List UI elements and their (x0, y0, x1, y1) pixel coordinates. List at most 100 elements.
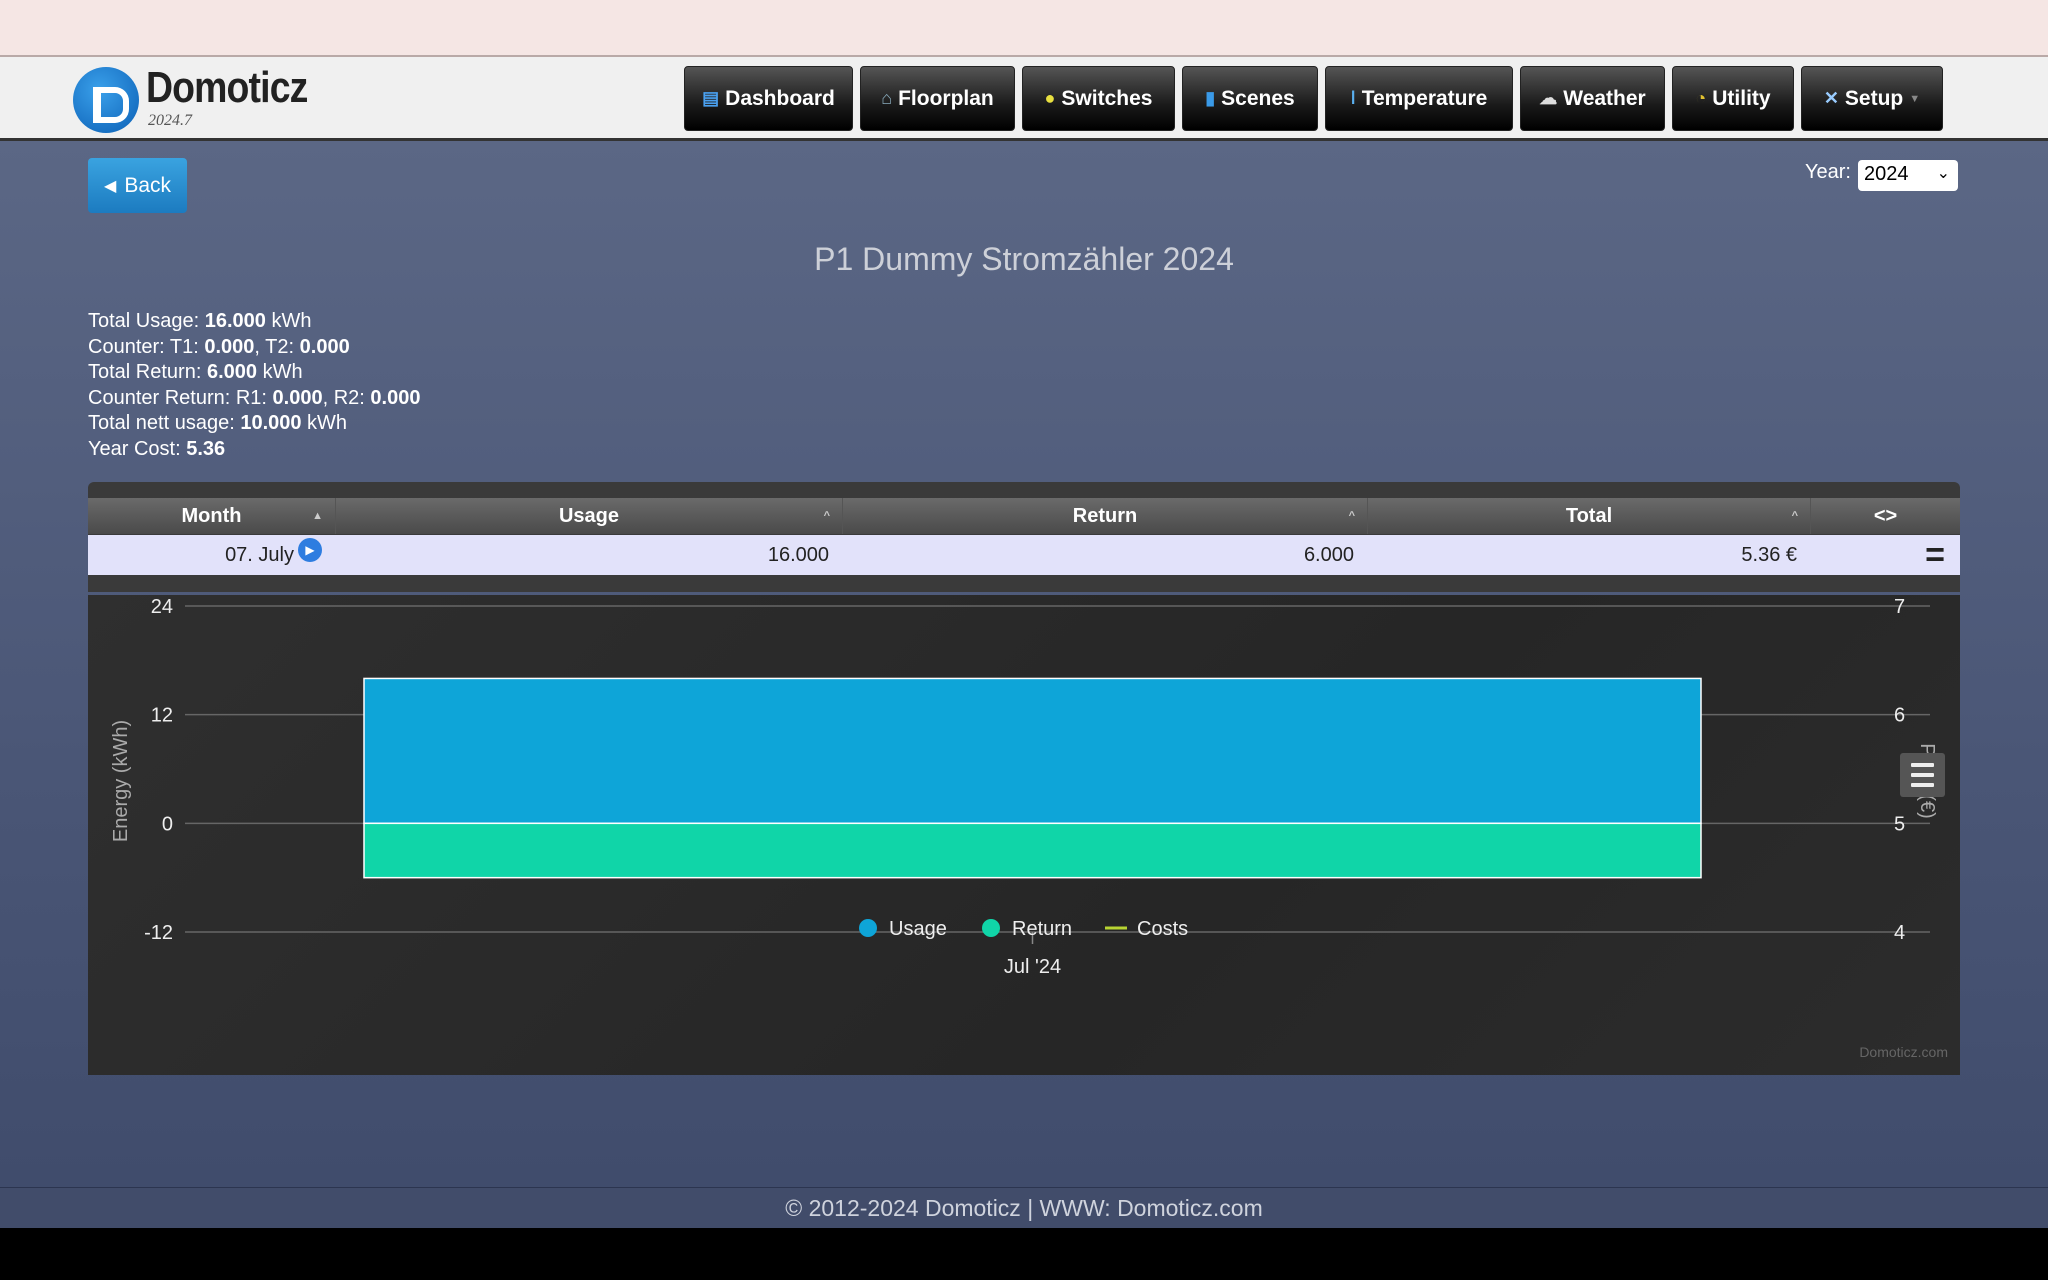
equals-icon[interactable]: = (1925, 538, 1945, 572)
nav-temperature[interactable]: ǀ Temperature (1325, 66, 1513, 131)
y-tick-label: 24 (151, 596, 173, 618)
stats-summary: Total Usage: 16.000 kWh Counter: T1: 0.0… (88, 309, 420, 463)
nav-label: Switches (1061, 86, 1153, 110)
chevron-down-icon: ⌄ (1936, 165, 1950, 182)
stat-label: Total nett usage: (88, 412, 241, 435)
counter-t1: 0.000 (204, 335, 255, 358)
tools-icon: ✕ (1823, 88, 1839, 108)
counter-r1: 0.000 (272, 386, 323, 409)
menu-icon-bar (1911, 783, 1934, 787)
header-label: Month (181, 504, 242, 527)
x-tick-label: Jul '24 (1004, 956, 1061, 978)
nav-utility[interactable]: ◔ Utility (1672, 66, 1794, 131)
counter-r2: 0.000 (370, 386, 421, 409)
y2-tick-label: 4 (1894, 922, 1905, 944)
y-axis-title: Energy (kWh) (110, 720, 132, 842)
y2-tick-label: 7 (1894, 596, 1905, 618)
header-label: Return (1072, 504, 1138, 527)
table-header: Month ▲ Usage ^ Return ^ Total ^ <> (88, 498, 1960, 534)
month-value: 07. July (225, 543, 294, 566)
y2-tick-label: 6 (1894, 705, 1905, 727)
nav-label: Dashboard (725, 86, 835, 110)
caret-left-icon: ◀ (104, 177, 117, 195)
table-row[interactable]: 07. July ▶ 16.000 6.000 5.36 € = (88, 535, 1960, 575)
col-actions[interactable]: <> (1811, 498, 1960, 534)
browser-top-band (0, 0, 2048, 57)
header: Domoticz 2024.7 ▤ Dashboard ⌂ Floorplan ● S… (0, 57, 2048, 141)
nav-label: Floorplan (898, 86, 994, 110)
thermometer-icon: ǀ (1350, 88, 1356, 108)
footer: © 2012-2024 Domoticz | WWW: Domoticz.com (0, 1187, 2048, 1228)
menu-icon-bar (1911, 773, 1934, 777)
year-cost: 5.36 (186, 437, 226, 460)
floorplan-icon: ⌂ (881, 88, 893, 108)
legend-usage-icon (859, 919, 877, 937)
stat-label: Counter: T1: (88, 335, 205, 358)
col-total[interactable]: Total ^ (1368, 498, 1811, 534)
month-table: Month ▲ Usage ^ Return ^ Total ^ <> 07. July… (88, 482, 1960, 592)
nav-switches[interactable]: ● Switches (1022, 66, 1175, 131)
nav-label: Utility (1712, 86, 1771, 110)
legend-return-icon (982, 919, 1000, 937)
back-label: Back (124, 173, 171, 197)
unit: kWh (257, 361, 303, 384)
nav-label: Setup (1844, 86, 1904, 110)
header-label: <> (1873, 504, 1898, 527)
cell-usage: 16.000 (767, 543, 829, 566)
total-return: 6.000 (206, 361, 258, 384)
unit: kWh (265, 310, 312, 332)
nav-label: Scenes (1221, 86, 1295, 110)
brand-name: Domoticz (146, 63, 308, 112)
chart-credit: Domoticz.com (1859, 1044, 1948, 1060)
cell-return: 6.000 (1303, 543, 1354, 566)
back-button[interactable]: ◀ Back (88, 158, 187, 213)
counter-t2: 0.000 (299, 335, 350, 358)
sort-icon: ^ (1791, 510, 1798, 522)
clapper-icon: ▮ (1205, 88, 1216, 108)
total-nett-usage: 10.000 (240, 412, 302, 435)
total-usage: 16.000 (204, 310, 266, 332)
year-label: Year: (1805, 161, 1851, 183)
footer-link[interactable]: Domoticz.com (1117, 1195, 1263, 1221)
dashboard-icon: ▤ (702, 88, 720, 108)
nav-setup[interactable]: ✕ Setup ▼ (1801, 66, 1943, 131)
bulb-icon: ● (1044, 88, 1056, 108)
stat-label: , R2: (322, 386, 371, 409)
nav-label: Temperature (1361, 86, 1488, 110)
play-icon[interactable]: ▶ (298, 538, 322, 562)
header-label: Usage (558, 504, 620, 527)
stat-label: Counter Return: R1: (88, 386, 273, 409)
legend-usage: Usage (889, 918, 947, 940)
nav-scenes[interactable]: ▮ Scenes (1182, 66, 1318, 131)
year-value: 2024 (1864, 163, 1909, 185)
stat-label: Year Cost: (88, 437, 187, 460)
y2-tick-label: 5 (1894, 813, 1905, 835)
nav-floorplan[interactable]: ⌂ Floorplan (860, 66, 1015, 131)
nav-dashboard[interactable]: ▤ Dashboard (684, 66, 853, 131)
chart-svg: 24120-127654Energy (kWh)Price (€)Jul '24… (110, 596, 1948, 1060)
main-content: ◀ Back Year: 2024 ⌄ P1 Dummy Stromzähler 2… (0, 141, 2048, 1187)
col-return[interactable]: Return ^ (843, 498, 1368, 534)
year-select[interactable]: 2024 ⌄ (1858, 160, 1958, 191)
cell-actions: = (1811, 535, 1960, 575)
energy-chart: 24120-127654Energy (kWh)Price (€)Jul '24… (88, 595, 1960, 1075)
nav-weather[interactable]: ☁ Weather (1520, 66, 1665, 131)
unit: kWh (301, 412, 348, 435)
col-usage[interactable]: Usage ^ (336, 498, 843, 534)
menu-icon-bar (1911, 763, 1934, 767)
col-month[interactable]: Month ▲ (88, 498, 336, 534)
cell-total: 5.36 € (1741, 543, 1797, 566)
legend-costs: Costs (1137, 918, 1188, 940)
bar-usage (363, 677, 1702, 825)
y-tick-label: 12 (151, 705, 173, 727)
caret-down-icon: ▼ (1909, 92, 1921, 105)
stat-label: , T2: (254, 335, 300, 358)
gauge-icon: ◔ (1695, 88, 1707, 108)
stat-label: Total Usage: (88, 310, 205, 332)
domoticz-logo-icon[interactable] (73, 67, 139, 133)
y-tick-label: -12 (144, 922, 173, 944)
header-label: Total (1565, 504, 1613, 527)
cell-month: 07. July ▶ (88, 535, 336, 575)
stat-label: Total Return: (88, 361, 207, 384)
y-tick-label: 0 (162, 813, 173, 835)
